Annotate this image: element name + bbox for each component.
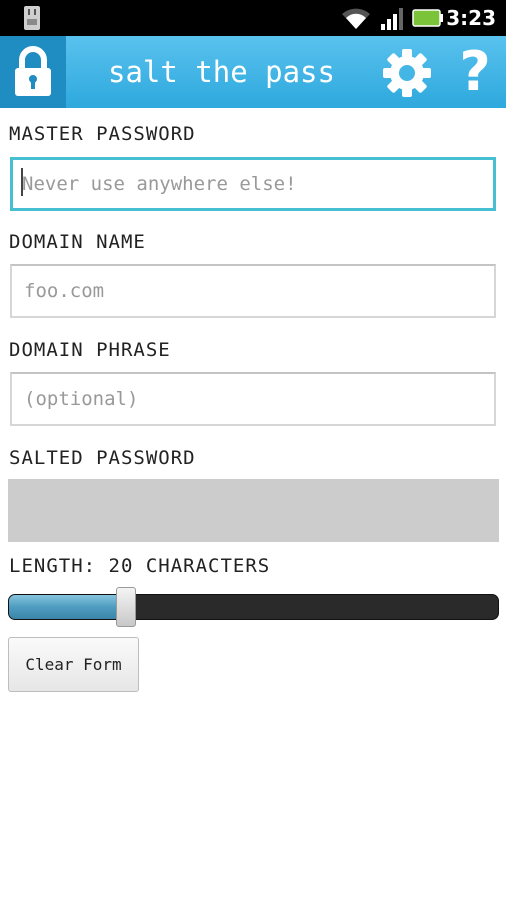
length-slider[interactable] bbox=[8, 587, 499, 627]
lock-icon bbox=[15, 46, 51, 96]
master-password-field-box bbox=[10, 157, 496, 211]
length-slider-thumb[interactable] bbox=[116, 587, 136, 627]
domain-phrase-label: DOMAIN PHRASE bbox=[9, 339, 171, 361]
domain-name-input[interactable] bbox=[12, 266, 494, 316]
salted-password-label: SALTED PASSWORD bbox=[9, 447, 196, 469]
length-slider-fill bbox=[9, 595, 126, 619]
salted-password-output[interactable] bbox=[8, 479, 499, 542]
domain-name-field-box bbox=[10, 264, 496, 318]
master-password-input[interactable] bbox=[13, 160, 493, 208]
usb-icon bbox=[24, 6, 40, 30]
signal-icon bbox=[381, 8, 403, 30]
status-time: 3:23 bbox=[446, 6, 496, 30]
wifi-icon bbox=[342, 8, 370, 29]
text-cursor bbox=[21, 168, 23, 196]
domain-name-label: DOMAIN NAME bbox=[9, 231, 146, 253]
length-label: LENGTH: 20 CHARACTERS bbox=[9, 555, 271, 577]
clear-form-button[interactable]: Clear Form bbox=[8, 637, 139, 692]
lock-button[interactable] bbox=[0, 36, 66, 108]
master-password-label: MASTER PASSWORD bbox=[9, 123, 196, 145]
battery-icon bbox=[412, 9, 443, 27]
help-icon[interactable]: ? bbox=[452, 44, 498, 100]
app-bar: salt the pass ? bbox=[0, 36, 506, 108]
app-title: salt the pass bbox=[108, 55, 335, 89]
domain-phrase-field-box bbox=[10, 372, 496, 426]
domain-phrase-input[interactable] bbox=[12, 374, 494, 424]
gear-icon[interactable] bbox=[382, 48, 432, 98]
status-bar: 3:23 bbox=[0, 0, 506, 36]
